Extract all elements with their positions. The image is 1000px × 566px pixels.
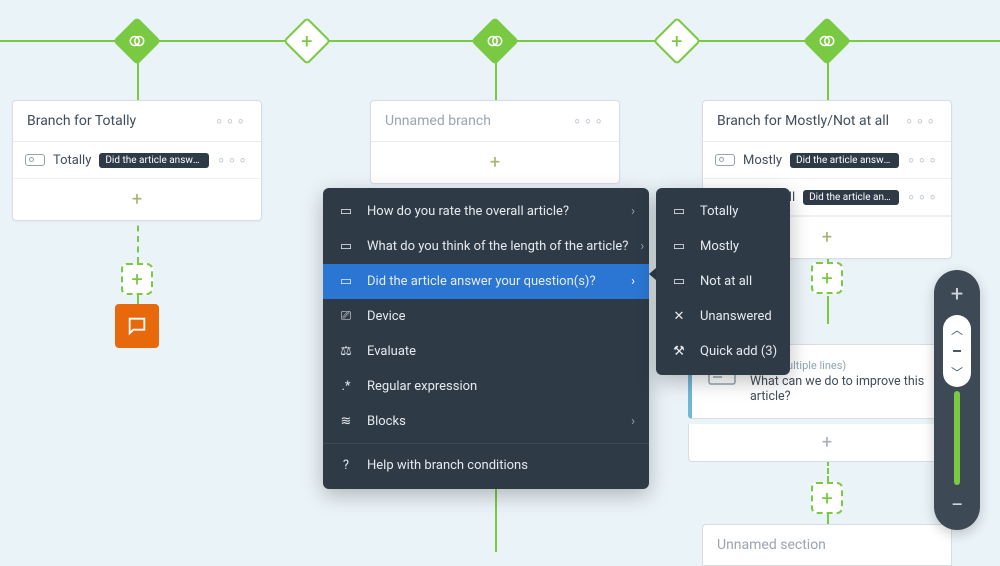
chevron-up-icon[interactable]: ︿ (951, 321, 963, 338)
menu-item-evaluate[interactable]: ⚖ Evaluate (323, 334, 649, 369)
add-branch-node-1[interactable]: + (283, 17, 331, 65)
card-title: Unnamed branch (385, 113, 491, 129)
scale-icon (25, 154, 45, 166)
connector (137, 60, 139, 100)
close-icon: ✕ (670, 310, 688, 324)
scale-icon: ▭ (337, 240, 355, 254)
card-more-button[interactable]: ∘∘∘ (905, 113, 937, 129)
add-step-button[interactable]: + (811, 482, 843, 514)
condition-type-menu: ▭ How do you rate the overall article? ›… (323, 188, 649, 489)
question-text: What can we do to improve this article? (750, 374, 949, 404)
regex-icon: .* (337, 380, 355, 394)
card-title: Branch for Totally (27, 113, 136, 129)
row-more-button[interactable]: ∘∘∘ (907, 152, 939, 168)
scale-icon: ▭ (337, 275, 355, 289)
condition-label: Mostly (743, 153, 782, 168)
menu-item-device[interactable]: ⎚ Device (323, 299, 649, 334)
branch-card-totally[interactable]: Branch for Totally ∘∘∘ Totally Did the a… (12, 100, 262, 221)
connector (827, 296, 829, 324)
zoom-control: + ︿ ﹀ − (934, 270, 980, 530)
chevron-right-icon: › (631, 274, 635, 289)
condition-source: Did the article answer (803, 190, 899, 205)
condition-label: Totally (53, 153, 91, 168)
condition-row[interactable]: Totally Did the article answer yo ∘∘∘ (13, 142, 261, 179)
section-card[interactable]: Unnamed section (702, 524, 952, 566)
connector-dashed (137, 215, 139, 263)
scale-icon: ▭ (670, 275, 688, 289)
scale-icon (715, 154, 735, 166)
chevron-down-icon[interactable]: ﹀ (951, 364, 963, 381)
chevron-right-icon: › (640, 239, 644, 254)
zoom-in-button[interactable]: + (949, 280, 965, 309)
branch-node-3[interactable] (803, 17, 851, 65)
add-step-button[interactable]: + (811, 262, 843, 294)
device-icon: ⎚ (337, 310, 355, 324)
submenu-item-mostly[interactable]: ▭ Mostly (656, 229, 790, 264)
condition-value-submenu: ▭ Totally ▭ Mostly ▭ Not at all ✕ Unansw… (656, 188, 790, 375)
submenu-pointer (649, 268, 656, 280)
submenu-item-notatall[interactable]: ▭ Not at all (656, 264, 790, 299)
scale-icon: ▭ (670, 240, 688, 254)
add-condition-button[interactable]: + (371, 142, 619, 183)
card-more-button[interactable]: ∘∘∘ (573, 113, 605, 129)
submenu-item-unanswered[interactable]: ✕ Unanswered (656, 299, 790, 334)
row-more-button[interactable]: ∘∘∘ (217, 152, 249, 168)
section-title: Unnamed section (717, 537, 826, 553)
connector (495, 60, 497, 100)
scale-icon: ▭ (670, 205, 688, 219)
menu-item-regex[interactable]: .* Regular expression (323, 369, 649, 404)
menu-item-blocks[interactable]: ≋ Blocks › (323, 404, 649, 439)
zoom-track[interactable] (954, 391, 960, 485)
menu-item-answer-question[interactable]: ▭ Did the article answer your question(s… (323, 264, 649, 299)
quickadd-icon: ⚒ (670, 345, 688, 359)
add-step-button[interactable]: + (121, 263, 153, 295)
chat-icon (126, 315, 148, 337)
branch-node-2[interactable] (471, 17, 519, 65)
card-title: Branch for Mostly/Not at all (717, 113, 889, 129)
add-branch-node-2[interactable]: + (653, 17, 701, 65)
help-icon: ? (337, 459, 355, 473)
zoom-reset-icon[interactable] (951, 348, 963, 354)
branch-card-unnamed[interactable]: Unnamed branch ∘∘∘ + (370, 100, 620, 184)
blocks-icon: ≋ (337, 415, 355, 429)
submenu-item-totally[interactable]: ▭ Totally (656, 194, 790, 229)
zoom-out-button[interactable]: − (949, 491, 966, 520)
add-condition-button[interactable]: + (13, 179, 261, 220)
branch-node-1[interactable] (113, 17, 161, 65)
connector (827, 60, 829, 100)
row-more-button[interactable]: ∘∘∘ (907, 189, 939, 205)
chevron-right-icon: › (631, 204, 635, 219)
menu-item-help[interactable]: ? Help with branch conditions (323, 448, 649, 483)
chevron-right-icon: › (631, 414, 635, 429)
add-question-button[interactable]: + (688, 424, 966, 462)
chat-step-node[interactable] (115, 304, 159, 348)
condition-source: Did the article answer yo (99, 153, 208, 168)
evaluate-icon: ⚖ (337, 345, 355, 359)
zoom-stepper[interactable]: ︿ ﹀ (943, 315, 971, 387)
menu-item-length[interactable]: ▭ What do you think of the length of the… (323, 229, 649, 264)
card-more-button[interactable]: ∘∘∘ (215, 113, 247, 129)
condition-row[interactable]: Mostly Did the article answer yo ∘∘∘ (703, 142, 951, 179)
submenu-item-quickadd[interactable]: ⚒ Quick add (3) (656, 334, 790, 369)
scale-icon: ▭ (337, 205, 355, 219)
menu-item-rate-overall[interactable]: ▭ How do you rate the overall article? › (323, 194, 649, 229)
condition-source: Did the article answer yo (790, 153, 899, 168)
menu-separator (323, 443, 649, 444)
